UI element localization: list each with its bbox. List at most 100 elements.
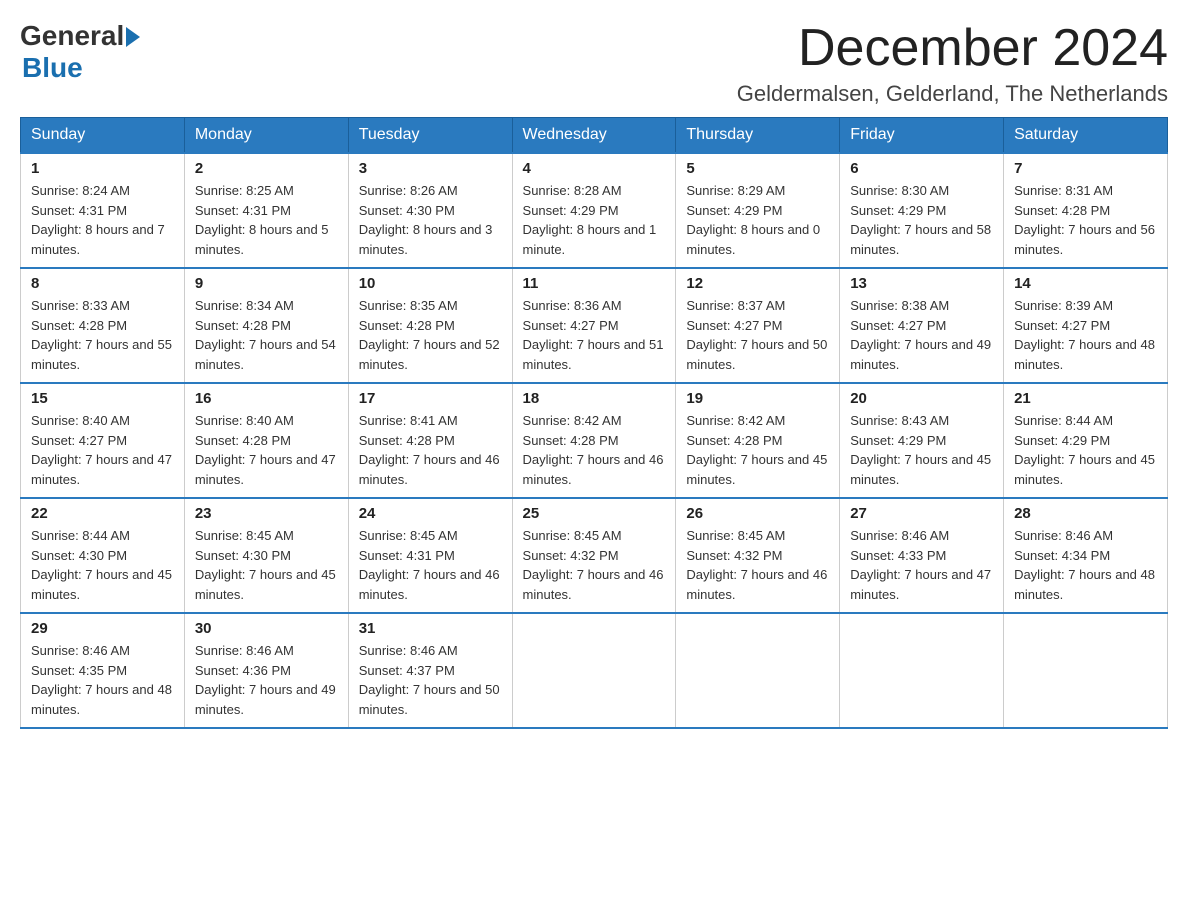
calendar-cell: 7 Sunrise: 8:31 AM Sunset: 4:28 PM Dayli… — [1004, 153, 1168, 268]
calendar-cell: 9 Sunrise: 8:34 AM Sunset: 4:28 PM Dayli… — [184, 268, 348, 383]
calendar-cell: 27 Sunrise: 8:46 AM Sunset: 4:33 PM Dayl… — [840, 498, 1004, 613]
calendar-cell: 8 Sunrise: 8:33 AM Sunset: 4:28 PM Dayli… — [21, 268, 185, 383]
day-info: Sunrise: 8:40 AM Sunset: 4:27 PM Dayligh… — [31, 411, 174, 489]
calendar-cell: 21 Sunrise: 8:44 AM Sunset: 4:29 PM Dayl… — [1004, 383, 1168, 498]
day-number: 10 — [359, 275, 502, 292]
col-header-sunday: Sunday — [21, 118, 185, 154]
calendar-cell: 5 Sunrise: 8:29 AM Sunset: 4:29 PM Dayli… — [676, 153, 840, 268]
calendar-cell: 30 Sunrise: 8:46 AM Sunset: 4:36 PM Dayl… — [184, 613, 348, 728]
day-number: 20 — [850, 390, 993, 407]
day-info: Sunrise: 8:33 AM Sunset: 4:28 PM Dayligh… — [31, 296, 174, 374]
day-number: 23 — [195, 505, 338, 522]
day-number: 4 — [523, 160, 666, 177]
day-number: 12 — [686, 275, 829, 292]
day-number: 25 — [523, 505, 666, 522]
day-info: Sunrise: 8:40 AM Sunset: 4:28 PM Dayligh… — [195, 411, 338, 489]
day-number: 13 — [850, 275, 993, 292]
day-number: 30 — [195, 620, 338, 637]
calendar-cell: 2 Sunrise: 8:25 AM Sunset: 4:31 PM Dayli… — [184, 153, 348, 268]
day-info: Sunrise: 8:45 AM Sunset: 4:32 PM Dayligh… — [686, 526, 829, 604]
calendar-cell — [512, 613, 676, 728]
day-info: Sunrise: 8:30 AM Sunset: 4:29 PM Dayligh… — [850, 181, 993, 259]
calendar-week-row: 8 Sunrise: 8:33 AM Sunset: 4:28 PM Dayli… — [21, 268, 1168, 383]
day-number: 18 — [523, 390, 666, 407]
calendar-cell: 4 Sunrise: 8:28 AM Sunset: 4:29 PM Dayli… — [512, 153, 676, 268]
calendar-cell: 11 Sunrise: 8:36 AM Sunset: 4:27 PM Dayl… — [512, 268, 676, 383]
day-info: Sunrise: 8:41 AM Sunset: 4:28 PM Dayligh… — [359, 411, 502, 489]
day-info: Sunrise: 8:46 AM Sunset: 4:34 PM Dayligh… — [1014, 526, 1157, 604]
calendar-cell — [1004, 613, 1168, 728]
day-info: Sunrise: 8:45 AM Sunset: 4:32 PM Dayligh… — [523, 526, 666, 604]
day-number: 16 — [195, 390, 338, 407]
calendar-cell: 1 Sunrise: 8:24 AM Sunset: 4:31 PM Dayli… — [21, 153, 185, 268]
calendar-week-row: 15 Sunrise: 8:40 AM Sunset: 4:27 PM Dayl… — [21, 383, 1168, 498]
calendar-cell: 19 Sunrise: 8:42 AM Sunset: 4:28 PM Dayl… — [676, 383, 840, 498]
calendar-cell: 12 Sunrise: 8:37 AM Sunset: 4:27 PM Dayl… — [676, 268, 840, 383]
day-number: 24 — [359, 505, 502, 522]
logo-general-text: General — [20, 20, 124, 52]
col-header-saturday: Saturday — [1004, 118, 1168, 154]
col-header-friday: Friday — [840, 118, 1004, 154]
day-info: Sunrise: 8:28 AM Sunset: 4:29 PM Dayligh… — [523, 181, 666, 259]
day-number: 28 — [1014, 505, 1157, 522]
calendar-header-row: SundayMondayTuesdayWednesdayThursdayFrid… — [21, 118, 1168, 154]
calendar-cell: 29 Sunrise: 8:46 AM Sunset: 4:35 PM Dayl… — [21, 613, 185, 728]
calendar-cell: 13 Sunrise: 8:38 AM Sunset: 4:27 PM Dayl… — [840, 268, 1004, 383]
calendar-week-row: 1 Sunrise: 8:24 AM Sunset: 4:31 PM Dayli… — [21, 153, 1168, 268]
day-number: 17 — [359, 390, 502, 407]
calendar-cell: 31 Sunrise: 8:46 AM Sunset: 4:37 PM Dayl… — [348, 613, 512, 728]
day-info: Sunrise: 8:42 AM Sunset: 4:28 PM Dayligh… — [523, 411, 666, 489]
col-header-monday: Monday — [184, 118, 348, 154]
day-number: 9 — [195, 275, 338, 292]
calendar-table: SundayMondayTuesdayWednesdayThursdayFrid… — [20, 117, 1168, 729]
month-title: December 2024 — [737, 20, 1168, 77]
day-info: Sunrise: 8:31 AM Sunset: 4:28 PM Dayligh… — [1014, 181, 1157, 259]
calendar-cell: 15 Sunrise: 8:40 AM Sunset: 4:27 PM Dayl… — [21, 383, 185, 498]
day-number: 6 — [850, 160, 993, 177]
day-info: Sunrise: 8:43 AM Sunset: 4:29 PM Dayligh… — [850, 411, 993, 489]
day-number: 8 — [31, 275, 174, 292]
col-header-tuesday: Tuesday — [348, 118, 512, 154]
day-number: 27 — [850, 505, 993, 522]
calendar-cell: 20 Sunrise: 8:43 AM Sunset: 4:29 PM Dayl… — [840, 383, 1004, 498]
day-number: 3 — [359, 160, 502, 177]
day-number: 14 — [1014, 275, 1157, 292]
day-info: Sunrise: 8:46 AM Sunset: 4:37 PM Dayligh… — [359, 641, 502, 719]
day-info: Sunrise: 8:37 AM Sunset: 4:27 PM Dayligh… — [686, 296, 829, 374]
calendar-cell: 24 Sunrise: 8:45 AM Sunset: 4:31 PM Dayl… — [348, 498, 512, 613]
page-header: General Blue December 2024 Geldermalsen,… — [20, 20, 1168, 107]
day-info: Sunrise: 8:45 AM Sunset: 4:31 PM Dayligh… — [359, 526, 502, 604]
day-info: Sunrise: 8:46 AM Sunset: 4:36 PM Dayligh… — [195, 641, 338, 719]
calendar-cell: 18 Sunrise: 8:42 AM Sunset: 4:28 PM Dayl… — [512, 383, 676, 498]
day-info: Sunrise: 8:25 AM Sunset: 4:31 PM Dayligh… — [195, 181, 338, 259]
day-info: Sunrise: 8:46 AM Sunset: 4:35 PM Dayligh… — [31, 641, 174, 719]
day-info: Sunrise: 8:39 AM Sunset: 4:27 PM Dayligh… — [1014, 296, 1157, 374]
calendar-cell: 26 Sunrise: 8:45 AM Sunset: 4:32 PM Dayl… — [676, 498, 840, 613]
day-info: Sunrise: 8:36 AM Sunset: 4:27 PM Dayligh… — [523, 296, 666, 374]
col-header-wednesday: Wednesday — [512, 118, 676, 154]
day-info: Sunrise: 8:34 AM Sunset: 4:28 PM Dayligh… — [195, 296, 338, 374]
day-info: Sunrise: 8:26 AM Sunset: 4:30 PM Dayligh… — [359, 181, 502, 259]
calendar-cell: 3 Sunrise: 8:26 AM Sunset: 4:30 PM Dayli… — [348, 153, 512, 268]
logo-blue-text: Blue — [22, 52, 83, 84]
day-info: Sunrise: 8:42 AM Sunset: 4:28 PM Dayligh… — [686, 411, 829, 489]
day-info: Sunrise: 8:35 AM Sunset: 4:28 PM Dayligh… — [359, 296, 502, 374]
calendar-week-row: 29 Sunrise: 8:46 AM Sunset: 4:35 PM Dayl… — [21, 613, 1168, 728]
day-info: Sunrise: 8:46 AM Sunset: 4:33 PM Dayligh… — [850, 526, 993, 604]
day-number: 7 — [1014, 160, 1157, 177]
day-info: Sunrise: 8:29 AM Sunset: 4:29 PM Dayligh… — [686, 181, 829, 259]
day-number: 19 — [686, 390, 829, 407]
calendar-cell: 23 Sunrise: 8:45 AM Sunset: 4:30 PM Dayl… — [184, 498, 348, 613]
day-number: 29 — [31, 620, 174, 637]
day-info: Sunrise: 8:44 AM Sunset: 4:29 PM Dayligh… — [1014, 411, 1157, 489]
calendar-cell: 17 Sunrise: 8:41 AM Sunset: 4:28 PM Dayl… — [348, 383, 512, 498]
day-info: Sunrise: 8:24 AM Sunset: 4:31 PM Dayligh… — [31, 181, 174, 259]
day-number: 15 — [31, 390, 174, 407]
day-number: 2 — [195, 160, 338, 177]
logo-arrow-icon — [126, 27, 140, 47]
day-number: 26 — [686, 505, 829, 522]
day-number: 11 — [523, 275, 666, 292]
day-number: 21 — [1014, 390, 1157, 407]
day-number: 1 — [31, 160, 174, 177]
col-header-thursday: Thursday — [676, 118, 840, 154]
